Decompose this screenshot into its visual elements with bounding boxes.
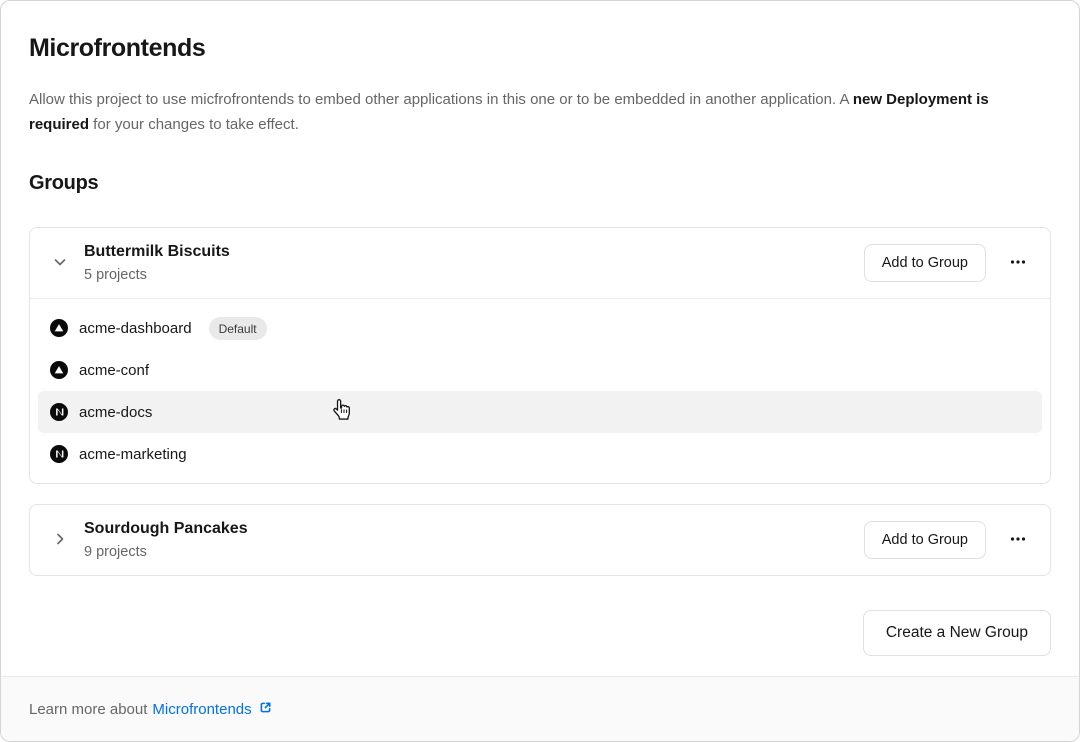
group-name: Sourdough Pancakes — [84, 517, 248, 540]
project-row-acme-marketing[interactable]: acme-marketing — [38, 433, 1042, 475]
group-menu-button[interactable] — [1002, 247, 1034, 279]
group-header-actions: Add to Group — [864, 521, 1034, 559]
ellipsis-icon — [1009, 253, 1027, 274]
external-link-icon — [258, 700, 273, 719]
vercel-logo-icon — [50, 361, 68, 379]
project-name: acme-marketing — [79, 446, 187, 463]
group-name: Buttermilk Biscuits — [84, 240, 230, 263]
group-project-count: 9 projects — [84, 541, 248, 563]
footer-link-label: Microfrontends — [152, 701, 251, 718]
project-name: acme-dashboard — [79, 320, 192, 337]
project-list: acme-dashboard Default acme-conf acme-do… — [30, 299, 1050, 483]
default-badge: Default — [209, 317, 267, 340]
microfrontends-settings-page: Microfrontends Allow this project to use… — [0, 0, 1080, 742]
group-project-count: 5 projects — [84, 264, 230, 286]
create-new-group-button[interactable]: Create a New Group — [863, 610, 1051, 656]
project-row-acme-dashboard[interactable]: acme-dashboard Default — [38, 307, 1042, 349]
project-row-acme-conf[interactable]: acme-conf — [38, 349, 1042, 391]
page-description: Allow this project to use micfrofrontend… — [29, 87, 1051, 137]
project-name: acme-conf — [79, 362, 149, 379]
group-header: Sourdough Pancakes 9 projects Add to Gro… — [30, 505, 1050, 575]
project-row-acme-docs[interactable]: acme-docs — [38, 391, 1042, 433]
group-card-buttermilk-biscuits: Buttermilk Biscuits 5 projects Add to Gr… — [29, 227, 1051, 484]
vercel-logo-icon — [50, 319, 68, 337]
project-name: acme-docs — [79, 404, 152, 421]
add-to-group-button[interactable]: Add to Group — [864, 521, 986, 559]
add-to-group-button[interactable]: Add to Group — [864, 244, 986, 282]
ellipsis-icon — [1009, 530, 1027, 551]
expand-group-button[interactable] — [46, 526, 74, 554]
microfrontends-docs-link[interactable]: Microfrontends — [152, 700, 272, 719]
group-header: Buttermilk Biscuits 5 projects Add to Gr… — [30, 228, 1050, 298]
page-title: Microfrontends — [29, 33, 1051, 63]
chevron-right-icon — [52, 531, 68, 550]
description-text: Allow this project to use micfrofrontend… — [29, 91, 853, 108]
collapse-group-button[interactable] — [46, 249, 74, 277]
group-card-sourdough-pancakes: Sourdough Pancakes 9 projects Add to Gro… — [29, 504, 1051, 576]
description-text-tail: for your changes to take effect. — [89, 116, 299, 133]
hand-cursor-icon — [330, 396, 353, 428]
nextjs-logo-icon — [50, 445, 68, 463]
footer-text: Learn more about — [29, 701, 147, 718]
group-menu-button[interactable] — [1002, 524, 1034, 556]
nextjs-logo-icon — [50, 403, 68, 421]
chevron-down-icon — [52, 254, 68, 273]
group-title-block: Buttermilk Biscuits 5 projects — [84, 240, 230, 286]
group-title-block: Sourdough Pancakes 9 projects — [84, 517, 248, 563]
groups-heading: Groups — [29, 170, 1051, 197]
main-content: Microfrontends Allow this project to use… — [1, 1, 1079, 676]
create-group-row: Create a New Group — [29, 610, 1051, 656]
group-header-actions: Add to Group — [864, 244, 1034, 282]
footer: Learn more about Microfrontends — [1, 676, 1079, 741]
